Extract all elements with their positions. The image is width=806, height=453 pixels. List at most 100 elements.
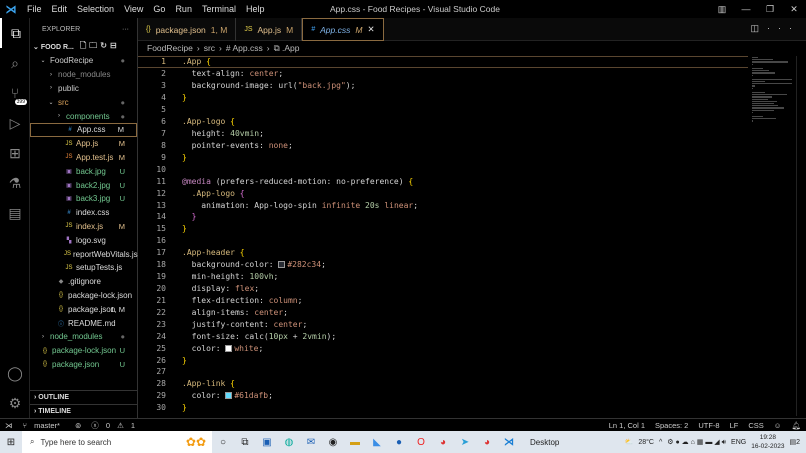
more-actions-button[interactable]: ··· <box>122 26 129 33</box>
file-tree-item[interactable]: JS setupTests.js <box>30 261 137 275</box>
language-mode[interactable]: CSS <box>748 421 763 430</box>
code-line[interactable]: 1 .App { <box>138 56 748 68</box>
menu-file[interactable]: File <box>27 4 42 14</box>
file-tree-item[interactable]: JS index.js M <box>30 220 137 234</box>
chrome-icon[interactable]: ◕ <box>432 437 454 448</box>
editor-actions[interactable]: ◫··· <box>751 23 801 34</box>
sync-icon[interactable]: ⊚ <box>75 421 81 430</box>
file-tree-item[interactable]: # index.css <box>30 206 137 220</box>
vertical-scrollbar[interactable] <box>796 56 806 416</box>
menu-terminal[interactable]: Terminal <box>202 4 236 14</box>
menu-view[interactable]: View <box>124 4 143 14</box>
cortana-icon[interactable]: ○ <box>212 437 234 448</box>
dell-icon[interactable]: ◉ <box>322 437 344 448</box>
code-line[interactable]: 13 animation: App-logo-spin infinite 20s… <box>138 199 748 211</box>
breadcrumb-item[interactable]: # App.css <box>226 43 263 53</box>
code-line[interactable]: 16 <box>138 235 748 247</box>
code-line[interactable]: 10 <box>138 163 748 175</box>
tray-icons[interactable]: ⚙ ● ☁ ⌂ ▦ ▬ ◢ 🔊︎ <box>667 438 726 447</box>
encoding[interactable]: UTF-8 <box>698 421 719 430</box>
color-swatch[interactable] <box>225 344 233 352</box>
file-tree-item[interactable]: › node_modules <box>30 68 137 82</box>
code-line[interactable]: 12 .App-logo { <box>138 187 748 199</box>
file-explorer-icon[interactable]: ▬ <box>344 437 366 448</box>
code-line[interactable]: 6 .App-logo { <box>138 116 748 128</box>
explorer-toolbar[interactable]: 🗋🗀↻⊟ <box>80 40 120 54</box>
code-line[interactable]: 23 justify-content: center; <box>138 318 748 330</box>
file-tree-item[interactable]: ▚ logo.svg <box>30 233 137 247</box>
code-line[interactable]: 9} <box>138 151 748 163</box>
file-tree-item[interactable]: ⓘ README.md <box>30 316 137 330</box>
desktop-toolbar[interactable]: Desktop <box>530 438 559 447</box>
problems-indicator[interactable]: ⓧ 0 ⚠ 1 <box>91 420 140 431</box>
file-tree-item[interactable]: › node_modules ● <box>30 330 137 344</box>
weather-temp[interactable]: 28°C <box>638 439 654 446</box>
file-tree-item[interactable]: › components ● <box>30 109 137 123</box>
file-tree-item[interactable]: ⌄ src ● <box>30 95 137 109</box>
tray-overflow-icon[interactable]: ^ <box>659 439 662 446</box>
file-tree-item[interactable]: ▣ back.jpg U <box>30 164 137 178</box>
taskbar-search[interactable]: ⌕ Type here to search ✿✿ <box>22 431 212 453</box>
indentation[interactable]: Spaces: 2 <box>655 421 688 430</box>
close-tab-icon[interactable]: ✕ <box>367 24 374 35</box>
file-tree-item[interactable]: ▣ back3.jpg U <box>30 192 137 206</box>
layout-icon[interactable]: ▥ <box>710 4 734 15</box>
feedback-icon[interactable]: ☺ <box>774 421 782 430</box>
file-tree-item[interactable]: {} package.json U <box>30 358 137 372</box>
language-indicator[interactable]: ENG <box>731 439 746 446</box>
account-icon[interactable]: ◯ <box>0 358 30 388</box>
opera-icon[interactable]: O <box>410 437 432 448</box>
file-tree-item[interactable]: {} package-lock.json <box>30 289 137 303</box>
code-line[interactable]: 4} <box>138 92 748 104</box>
color-swatch[interactable] <box>278 261 286 269</box>
code-line[interactable]: 5 <box>138 104 748 116</box>
weather-icon[interactable]: ⛅ <box>625 438 634 446</box>
file-tree-item[interactable]: › public <box>30 82 137 96</box>
code-line[interactable]: 29 color: #61dafb; <box>138 390 748 402</box>
file-tree-item[interactable]: JS reportWebVitals.js <box>30 247 138 261</box>
cursor-position[interactable]: Ln 1, Col 1 <box>609 421 645 430</box>
code-line[interactable]: 15} <box>138 223 748 235</box>
file-tree-item[interactable]: ▣ back2.jpg U <box>30 178 137 192</box>
notification-center-icon[interactable]: ▤2 <box>789 438 800 446</box>
telegram-icon[interactable]: ➤ <box>454 437 476 448</box>
breadcrumb-item[interactable]: ⧉ .App <box>274 43 300 54</box>
color-swatch[interactable] <box>225 392 233 400</box>
branch-indicator[interactable]: ⑂ master* <box>23 421 65 430</box>
menu-help[interactable]: Help <box>246 4 265 14</box>
remote-explorer-icon[interactable]: ▤ <box>0 198 30 228</box>
task-view-icon[interactable]: ⧉ <box>234 437 256 448</box>
explorer-icon[interactable]: ⧉ <box>0 18 30 48</box>
code-line[interactable]: 11 @media (prefers-reduced-motion: no-pre… <box>138 175 748 187</box>
edge-icon[interactable]: ◍ <box>278 437 300 448</box>
minimize-button[interactable]: — <box>734 4 758 14</box>
timeline-section[interactable]: › TIMELINE <box>30 404 138 417</box>
code-line[interactable]: 7 height: 40vmin; <box>138 128 748 140</box>
workspace-root[interactable]: ⌄ FOOD R... 🗋🗀↻⊟ <box>30 40 137 54</box>
file-tree-item[interactable]: # App.css M <box>30 122 137 137</box>
code-line[interactable]: 30} <box>138 402 748 414</box>
menu-selection[interactable]: Selection <box>77 4 114 14</box>
code-line[interactable]: 24 font-size: calc(10px + 2vmin); <box>138 330 748 342</box>
notifications-bell-icon[interactable]: 🔔︎ <box>791 421 801 430</box>
code-line[interactable]: 25 color: white; <box>138 342 748 354</box>
close-button[interactable]: ✕ <box>782 4 806 15</box>
code-line[interactable]: 22 align-items: center; <box>138 306 748 318</box>
app-icon-2[interactable]: ● <box>388 437 410 448</box>
line-ending[interactable]: LF <box>730 421 739 430</box>
file-tree-item[interactable]: JS App.test.js M <box>30 151 137 165</box>
code-editor[interactable]: 1 .App {2 text-align: center; 3 background… <box>138 56 748 414</box>
code-line[interactable]: 26} <box>138 354 748 366</box>
menu-go[interactable]: Go <box>153 4 165 14</box>
restore-button[interactable]: ❐ <box>758 4 782 15</box>
mail-icon[interactable]: ✉ <box>300 437 322 448</box>
breadcrumb-item[interactable]: FoodRecipe <box>147 43 193 53</box>
search-icon[interactable]: ⌕ <box>0 48 30 78</box>
code-line[interactable]: 27 <box>138 366 748 378</box>
code-line[interactable]: 19 min-height: 100vh; <box>138 271 748 283</box>
chrome-profile-icon[interactable]: ◕ <box>476 437 498 448</box>
file-tree-item[interactable]: ⌄ FoodRecipe ● <box>30 54 137 68</box>
menu-run[interactable]: Run <box>175 4 192 14</box>
code-line[interactable]: 21 flex-direction: column; <box>138 294 748 306</box>
vscode-taskbar-icon[interactable]: ⋊ <box>498 437 520 448</box>
